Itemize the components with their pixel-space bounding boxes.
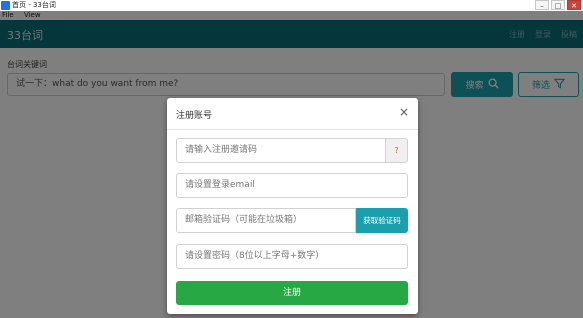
password-input[interactable]: 请设置密码（8位以上字母+数字） [176, 244, 408, 269]
email-input[interactable]: 请设置登录email [176, 173, 408, 198]
modal-header: 注册账号 × [167, 98, 418, 130]
invite-help-icon[interactable]: ? [386, 138, 408, 163]
close-window-button[interactable]: ✕ [567, 0, 581, 10]
modal-close-icon[interactable]: × [399, 105, 409, 119]
window-title: 首页 - 33台词 [12, 1, 56, 9]
window-controls: – □ ✕ [535, 0, 581, 11]
modal-title: 注册账号 [176, 111, 213, 121]
minimize-button[interactable]: – [535, 0, 549, 10]
invite-code-input[interactable]: 请输入注册邀请码 [176, 138, 386, 163]
window-title-bar: 首页 - 33台词 – □ ✕ [0, 0, 583, 11]
maximize-button[interactable]: □ [551, 0, 565, 10]
app-icon [1, 1, 10, 10]
register-modal: 注册账号 × 请输入注册邀请码 ? 请设置登录email 邮箱验证码（可能在垃圾… [167, 98, 418, 314]
register-submit-button[interactable]: 注册 [176, 281, 408, 305]
verification-code-input[interactable]: 邮箱验证码（可能在垃圾箱） [176, 208, 356, 233]
get-code-button[interactable]: 获取验证码 [356, 208, 408, 233]
